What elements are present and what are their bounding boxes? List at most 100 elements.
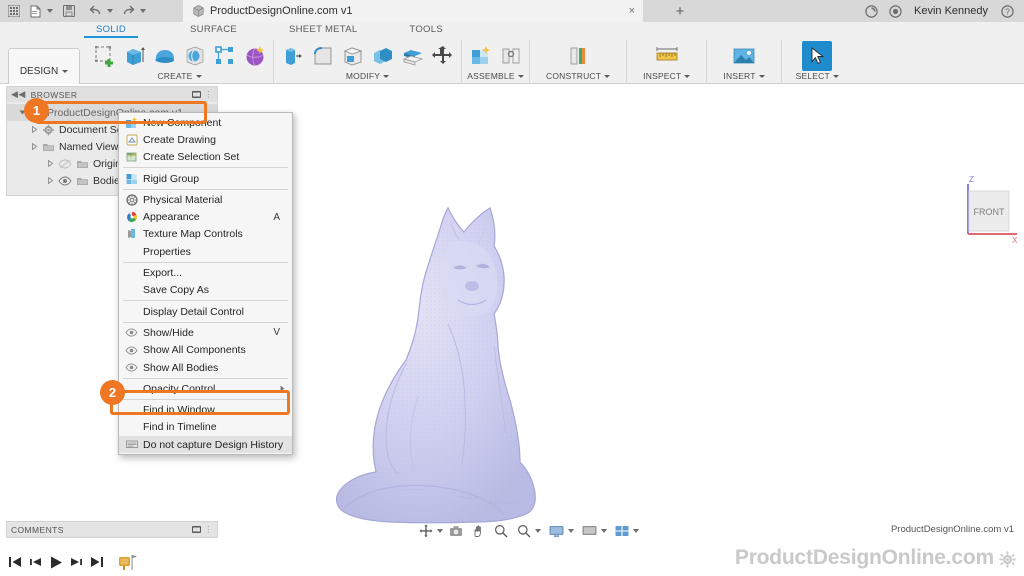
panel-modify-label[interactable]: MODIFY	[346, 70, 390, 82]
panel-create-label[interactable]: CREATE	[157, 70, 202, 82]
step-forward-icon[interactable]	[70, 555, 83, 572]
grid-snap-dropdown-caret[interactable]	[601, 529, 607, 533]
save-icon[interactable]	[59, 1, 79, 21]
menu-item-find-in-window[interactable]: Find in Window	[119, 401, 292, 418]
insert-image-icon[interactable]	[731, 42, 758, 69]
undo-icon[interactable]	[85, 1, 105, 21]
menu-item-show-all-bodies[interactable]: Show All Bodies	[119, 359, 292, 376]
display-settings-dropdown-caret[interactable]	[568, 529, 574, 533]
timeline-marker-icon[interactable]	[118, 551, 140, 576]
go-to-beginning-icon[interactable]	[8, 555, 22, 572]
orbit-dropdown-caret[interactable]	[437, 529, 443, 533]
tab-solid[interactable]: SOLID	[84, 22, 139, 38]
joint-icon[interactable]	[497, 42, 524, 69]
offset-plane-icon[interactable]	[565, 42, 592, 69]
menu-item-texture-map-controls[interactable]: Texture Map Controls	[119, 226, 292, 243]
new-file-dropdown-caret[interactable]	[47, 9, 53, 13]
new-component-icon[interactable]	[467, 42, 494, 69]
pattern-icon[interactable]	[211, 42, 238, 69]
fox-statue-mesh[interactable]	[298, 196, 584, 546]
tab-tools[interactable]: TOOLS	[397, 22, 455, 38]
menu-item-save-copy-as[interactable]: Save Copy As	[119, 282, 292, 299]
display-settings-icon[interactable]	[548, 522, 565, 540]
tab-surface[interactable]: SURFACE	[178, 22, 249, 38]
expand-arrow-icon[interactable]	[47, 160, 54, 167]
eye-off-icon[interactable]	[58, 159, 72, 169]
extrude-icon[interactable]	[121, 42, 148, 69]
shell-icon[interactable]	[339, 42, 366, 69]
panel-construct-label[interactable]: CONSTRUCT	[546, 70, 611, 82]
panel-assemble-label[interactable]: ASSEMBLE	[467, 70, 524, 82]
application-bar: ProductDesignOnline.com v1 × + Kevin Ken…	[0, 0, 1024, 22]
panel-select-label[interactable]: SELECT	[796, 70, 839, 82]
redo-icon[interactable]	[118, 1, 138, 21]
move-copy-icon[interactable]	[429, 42, 456, 69]
new-tab-button[interactable]: +	[667, 0, 693, 22]
comments-panel-controls[interactable]: ⋮	[192, 524, 213, 535]
do-not-capture-design-history-menu-item[interactable]: Do not capture Design History	[119, 436, 292, 454]
zoom-icon[interactable]	[493, 522, 509, 540]
offset-face-icon[interactable]	[399, 42, 426, 69]
user-name-label[interactable]: Kevin Kennedy	[908, 5, 994, 17]
press-pull-icon[interactable]	[279, 42, 306, 69]
menu-item-physical-material[interactable]: Physical Material	[119, 191, 292, 208]
panel-assemble: ASSEMBLE	[461, 40, 529, 84]
panel-inspect-label[interactable]: INSPECT	[643, 70, 691, 82]
document-tab[interactable]: ProductDesignOnline.com v1 ×	[183, 0, 643, 22]
menu-item-show-all-components[interactable]: Show All Components	[119, 342, 292, 359]
eye-icon[interactable]	[58, 176, 72, 186]
revolve-icon[interactable]	[151, 42, 178, 69]
menu-item-display-detail-control[interactable]: Display Detail Control	[119, 303, 292, 320]
menu-item-create-selection-set[interactable]: Create Selection Set	[119, 149, 292, 166]
panel-insert-label[interactable]: INSERT	[723, 70, 765, 82]
callout-badge-2: 2	[100, 380, 125, 405]
new-file-icon[interactable]	[25, 1, 45, 21]
menu-item-export[interactable]: Export...	[119, 264, 292, 281]
go-to-end-icon[interactable]	[90, 555, 104, 572]
expand-arrow-icon[interactable]	[31, 126, 38, 133]
sphere-icon[interactable]	[181, 42, 208, 69]
orbit-icon[interactable]	[418, 522, 434, 540]
look-at-icon[interactable]	[448, 522, 464, 540]
fillet-icon[interactable]	[309, 42, 336, 69]
view-cube[interactable]: Z X FRONT	[955, 174, 1021, 245]
expand-arrow-icon[interactable]	[31, 143, 38, 150]
select-cursor-icon[interactable]	[802, 40, 833, 71]
menu-separator	[123, 377, 288, 379]
menu-item-create-drawing[interactable]: Create Drawing	[119, 131, 292, 148]
viewports-icon[interactable]	[614, 522, 630, 540]
collapse-panel-icon[interactable]: ◀◀	[11, 89, 26, 100]
combine-icon[interactable]	[369, 42, 396, 69]
zoom-window-icon[interactable]	[516, 522, 532, 540]
viewports-dropdown-caret[interactable]	[633, 529, 639, 533]
expand-arrow-icon[interactable]	[47, 177, 54, 184]
pan-icon[interactable]	[470, 522, 486, 540]
menu-item-new-component[interactable]: New Component	[119, 114, 292, 131]
folder-icon	[76, 158, 89, 170]
menu-item-shortcut: A	[273, 211, 280, 223]
fox-body	[335, 206, 536, 524]
comments-panel[interactable]: COMMENTS ⋮	[6, 521, 218, 538]
gear-icon[interactable]	[999, 551, 1016, 571]
step-back-icon[interactable]	[29, 555, 42, 572]
undo-dropdown-caret[interactable]	[107, 9, 113, 13]
menu-item-find-in-timeline[interactable]: Find in Timeline	[119, 419, 292, 436]
play-playback-icon[interactable]	[49, 555, 63, 573]
create-sketch-icon[interactable]	[91, 42, 118, 69]
mesh-icon[interactable]	[241, 42, 268, 69]
browser-header-controls[interactable]: ⋮	[192, 89, 213, 100]
grid-snap-icon[interactable]	[581, 522, 598, 540]
menu-item-show-hide[interactable]: Show/Hide V	[119, 324, 292, 341]
tab-sheet-metal[interactable]: SHEET METAL	[277, 22, 369, 38]
menu-item-rigid-group[interactable]: Rigid Group	[119, 170, 292, 187]
menu-item-opacity-control[interactable]: Opacity Control	[119, 380, 292, 397]
zoom-dropdown-caret[interactable]	[535, 529, 541, 533]
menu-item-properties[interactable]: Properties	[119, 243, 292, 260]
job-status-icon[interactable]	[860, 0, 882, 22]
help-icon[interactable]: ?	[996, 0, 1018, 22]
menu-item-appearance[interactable]: Appearance A	[119, 208, 292, 225]
extensions-icon[interactable]	[884, 0, 906, 22]
grid-apps-icon[interactable]	[4, 1, 24, 21]
measure-icon[interactable]	[653, 42, 680, 69]
close-tab-icon[interactable]: ×	[609, 5, 635, 17]
